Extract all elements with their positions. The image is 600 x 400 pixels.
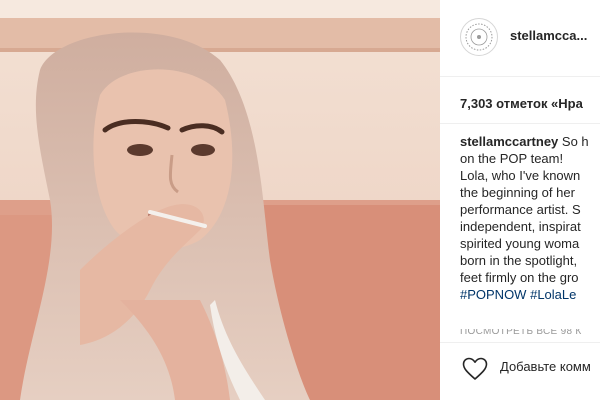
- caption-line-8: born in the spotlight,: [460, 253, 578, 268]
- post-details-panel: stellamcca... 7,303 отметок «Нра stellam…: [440, 0, 600, 400]
- caption-line-7: spirited young woma: [460, 236, 580, 251]
- post-username[interactable]: stellamcca...: [510, 28, 587, 43]
- post-caption: stellamccartney So h on the POP team! Lo…: [460, 133, 600, 303]
- caption-text: So h: [558, 134, 589, 149]
- caption-line-4: the beginning of her: [460, 185, 575, 200]
- caption-line-6: independent, inspirat: [460, 219, 581, 234]
- caption-line-3: Lola, who I've known: [460, 168, 581, 183]
- caption-line-1: stellamccartney So h: [460, 133, 600, 150]
- stella-mccartney-logo-icon[interactable]: [460, 18, 498, 56]
- view-all-comments-link[interactable]: ПОСМОТРЕТЬ ВСЕ 98 К: [460, 329, 582, 337]
- hashtag-link[interactable]: #POPNOW: [460, 287, 526, 302]
- post-photo[interactable]: [0, 0, 440, 400]
- add-comment-input[interactable]: Добавьте комм: [500, 359, 591, 374]
- post-header: stellamcca...: [440, 0, 600, 77]
- caption-line-5: performance artist. S: [460, 202, 581, 217]
- caption-hashtags: #POPNOW #LolaLe: [460, 286, 600, 303]
- caption-username[interactable]: stellamccartney: [460, 134, 558, 149]
- hashtag-link[interactable]: #LolaLe: [530, 287, 576, 302]
- heart-outline-icon[interactable]: [462, 357, 488, 381]
- comment-bar: Добавьте комм: [440, 342, 600, 400]
- caption-line-2: on the POP team!: [460, 151, 564, 166]
- divider: [440, 123, 600, 124]
- likes-count[interactable]: 7,303 отметок «Нра: [460, 96, 583, 111]
- caption-line-9: feet firmly on the gro: [460, 270, 579, 285]
